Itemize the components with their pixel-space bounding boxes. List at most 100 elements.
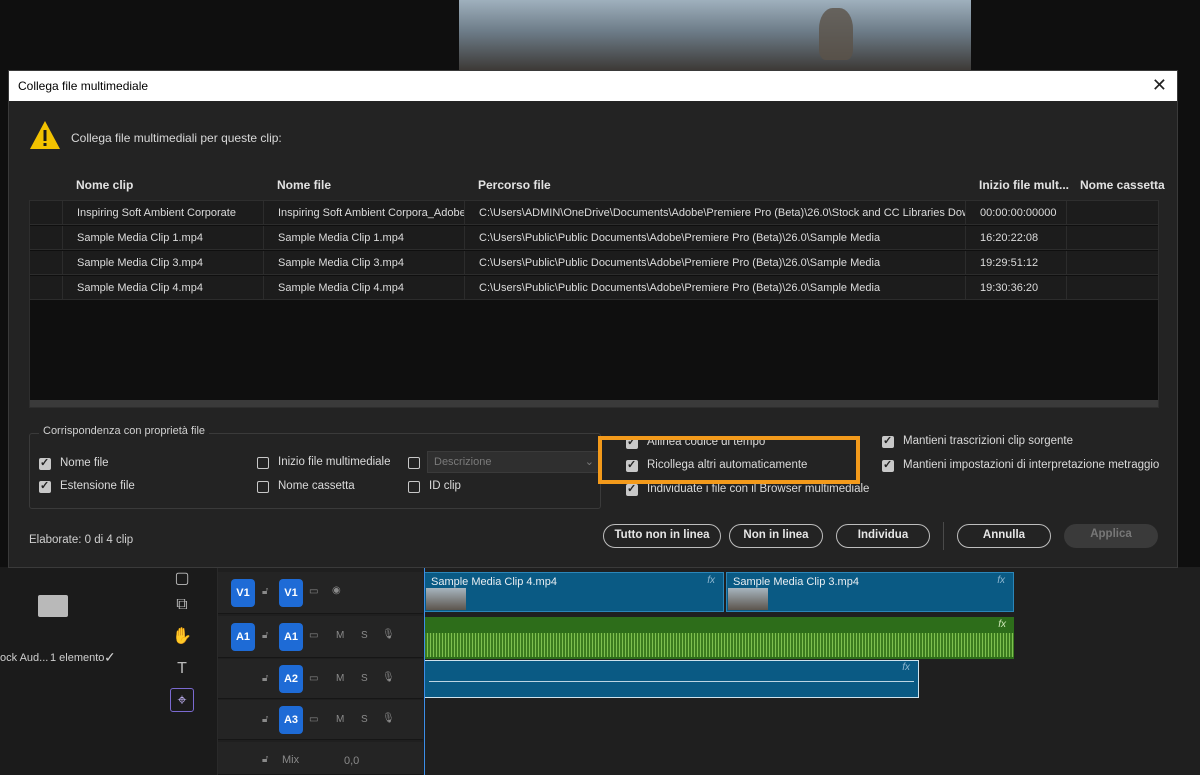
checkbox-keep-transcripts[interactable] <box>882 434 894 448</box>
chevron-down-icon: ⌄ <box>584 456 594 468</box>
mix-value[interactable]: 0,0 <box>344 755 359 767</box>
microphone-icon[interactable]: 🎙︎ <box>382 713 395 724</box>
checkbox-clip-id[interactable] <box>408 481 420 493</box>
mute-button[interactable]: M <box>336 673 344 684</box>
sync-icon[interactable]: ▭ <box>309 714 318 725</box>
apply-button[interactable]: Applica <box>1064 524 1158 548</box>
hand-tool-icon[interactable]: ✋ <box>170 625 194 649</box>
table-horizontal-scrollbar[interactable] <box>30 400 1158 407</box>
track-target-a1[interactable]: A1 <box>279 623 303 651</box>
solo-button[interactable]: S <box>361 630 368 641</box>
playhead-line[interactable] <box>424 567 425 775</box>
offline-all-button[interactable]: Tutto non in linea <box>603 524 721 548</box>
match-properties-title: Corrispondenza con proprietà file <box>39 425 210 437</box>
button-divider <box>943 522 944 550</box>
cell-file-path: C:\Users\Public\Public Documents\Adobe\P… <box>464 276 965 300</box>
clip-thumbnail <box>728 588 768 610</box>
solo-button[interactable]: S <box>361 714 368 725</box>
sync-icon[interactable]: ▭ <box>309 673 318 684</box>
checkbox-media-browser[interactable] <box>626 482 638 496</box>
cell-clip-name: Sample Media Clip 1.mp4 <box>62 226 263 250</box>
volume-rubberband[interactable] <box>429 681 914 682</box>
lock-icon[interactable]: 🔓︎ <box>262 714 268 725</box>
mute-button[interactable]: M <box>336 630 344 641</box>
audio-waveform <box>424 633 1014 657</box>
label-clip-id: ID clip <box>429 480 461 492</box>
cell-media-start: 19:30:36:20 <box>965 276 1066 300</box>
cell-file-path: C:\Users\Public\Public Documents\Adobe\P… <box>464 251 965 275</box>
cell-clip-name: Sample Media Clip 4.mp4 <box>62 276 263 300</box>
type-tool-icon[interactable]: T <box>170 657 194 681</box>
fx-badge: fx <box>998 619 1006 630</box>
cell-file-path: C:\Users\ADMIN\OneDrive\Documents\Adobe\… <box>464 201 965 225</box>
razor-tool-icon[interactable]: ▢ <box>170 567 194 591</box>
lock-icon[interactable]: 🔓︎ <box>262 754 268 765</box>
column-header-media-start[interactable]: Inizio file mult... <box>979 178 1069 192</box>
table-row[interactable]: Sample Media Clip 1.mp4 Sample Media Cli… <box>30 226 1158 250</box>
label-file-name: Nome file <box>60 457 109 469</box>
mute-button[interactable]: M <box>336 714 344 725</box>
table-row[interactable]: Sample Media Clip 4.mp4 Sample Media Cli… <box>30 276 1158 300</box>
column-header-clip-name[interactable]: Nome clip <box>76 178 133 192</box>
cell-clip-name: Sample Media Clip 3.mp4 <box>62 251 263 275</box>
lock-icon[interactable]: 🔓︎ <box>262 630 268 641</box>
cell-file-name: Inspiring Soft Ambient Corpora_Adobe <box>263 201 464 225</box>
fx-badge: fx <box>707 575 715 586</box>
microphone-icon[interactable]: 🎙︎ <box>382 629 395 640</box>
solo-button[interactable]: S <box>361 673 368 684</box>
track-header-a1: A1 🔓︎ A1 ▭ M S 🎙︎ <box>218 616 423 658</box>
timeline-clip-video[interactable]: Sample Media Clip 3.mp4 fx <box>726 572 1014 612</box>
eye-icon[interactable]: ◉ <box>332 585 341 596</box>
track-target-a3[interactable]: A3 <box>279 706 303 734</box>
column-header-file-path[interactable]: Percorso file <box>478 178 551 192</box>
selection-tool-icon[interactable]: ⌖ <box>170 688 194 712</box>
column-header-file-name[interactable]: Nome file <box>277 178 331 192</box>
column-header-tape-name[interactable]: Nome cassetta <box>1080 178 1165 192</box>
clip-thumbnail <box>426 588 466 610</box>
label-media-start: Inizio file multimediale <box>278 456 391 468</box>
folder-icon[interactable] <box>38 595 68 617</box>
check-icon: ✓ <box>104 649 116 665</box>
table-row[interactable]: Inspiring Soft Ambient Corporate Inspiri… <box>30 201 1158 225</box>
checkbox-description[interactable] <box>408 457 420 469</box>
checkbox-file-extension[interactable] <box>39 479 51 493</box>
label-file-extension: Estensione file <box>60 480 135 492</box>
timeline-clip-audio-a2[interactable]: fx <box>424 660 919 698</box>
track-target-a2[interactable]: A2 <box>279 665 303 693</box>
fx-badge: fx <box>902 662 910 673</box>
cell-tape-name <box>1066 201 1160 225</box>
cell-file-path: C:\Users\Public\Public Documents\Adobe\P… <box>464 226 965 250</box>
label-keep-interpretation: Mantieni impostazioni di interpretazione… <box>903 459 1160 471</box>
checkbox-media-start[interactable] <box>257 457 269 469</box>
description-dropdown: Descrizione ⌄ <box>427 451 601 473</box>
lock-icon[interactable]: 🔓︎ <box>262 673 268 684</box>
status-text: Elaborate: 0 di 4 clip <box>29 534 134 546</box>
table-row[interactable]: Sample Media Clip 3.mp4 Sample Media Cli… <box>30 251 1158 275</box>
close-icon[interactable]: ✕ <box>1152 75 1167 96</box>
track-target-v1[interactable]: V1 <box>279 579 303 607</box>
checkbox-keep-interpretation[interactable] <box>882 458 894 472</box>
timeline-clip-video[interactable]: Sample Media Clip 4.mp4 fx <box>424 572 724 612</box>
locate-button[interactable]: Individua <box>836 524 930 548</box>
source-patch-a1[interactable]: A1 <box>231 623 255 651</box>
project-item-name[interactable]: ock Aud... <box>0 652 48 664</box>
cell-media-start: 00:00:00:00000 <box>965 201 1066 225</box>
fx-badge: fx <box>997 575 1005 586</box>
project-panel: ock Aud... 1 elemento ✓ <box>0 567 158 775</box>
source-patch-v1[interactable]: V1 <box>231 579 255 607</box>
microphone-icon[interactable]: 🎙︎ <box>382 672 395 683</box>
cell-media-start: 19:29:51:12 <box>965 251 1066 275</box>
checkbox-tape-name[interactable] <box>257 481 269 493</box>
annotation-highlight-box <box>598 436 860 484</box>
checkbox-file-name[interactable] <box>39 456 51 470</box>
slip-tool-icon[interactable]: ⧉ <box>170 593 194 617</box>
program-monitor-preview <box>459 0 971 70</box>
offline-button[interactable]: Non in linea <box>729 524 823 548</box>
sync-icon[interactable]: ▭ <box>309 630 318 641</box>
camera-icon[interactable]: ▭ <box>309 586 318 597</box>
lock-icon[interactable]: 🔓︎ <box>262 586 268 597</box>
dialog-titlebar: Collega file multimediale ✕ <box>9 71 1177 101</box>
cancel-button[interactable]: Annulla <box>957 524 1051 548</box>
timeline-clip-audio-a1[interactable]: fx <box>424 617 1014 659</box>
clip-name: Sample Media Clip 3.mp4 <box>733 576 859 588</box>
